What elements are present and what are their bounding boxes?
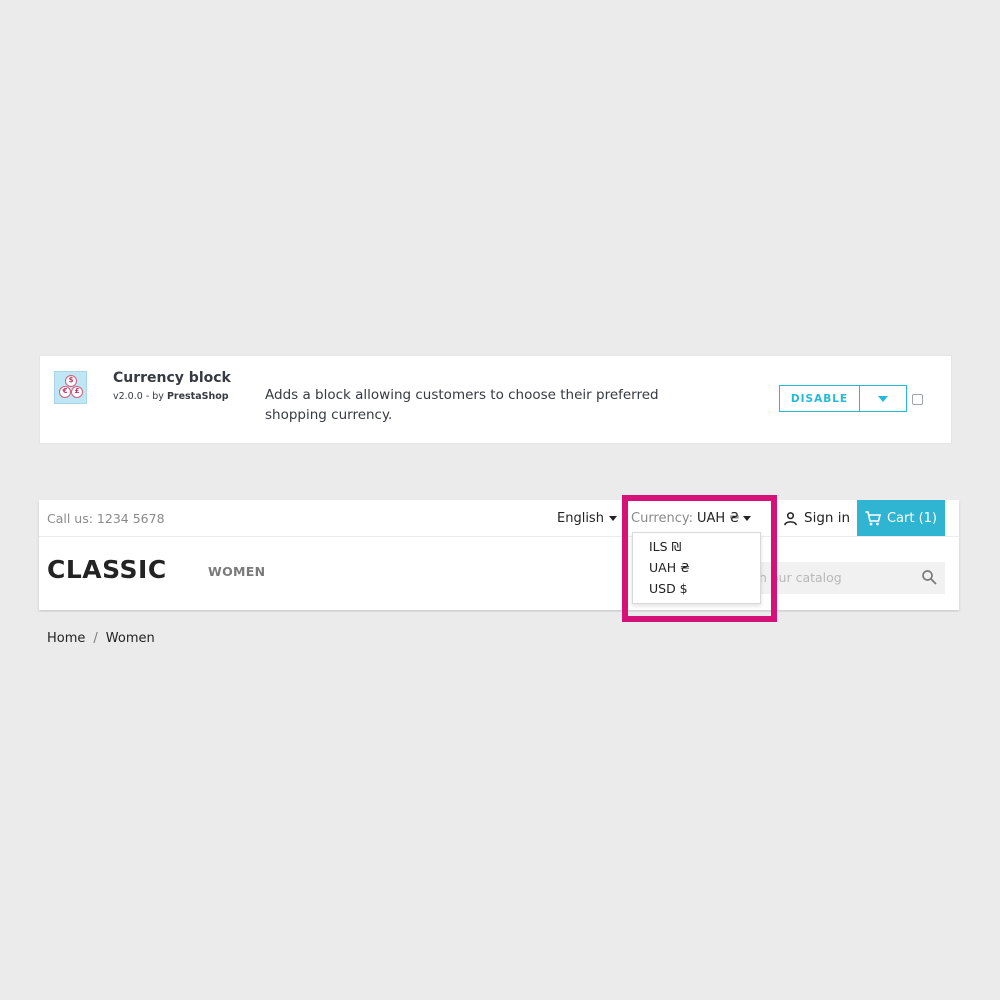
caret-down-icon <box>878 395 888 402</box>
module-card: $ € £ Currency block v2.0.0 - by PrestaS… <box>39 355 952 444</box>
cart-label: Cart (1) <box>886 510 938 526</box>
module-version: v2.0.0 - by <box>113 391 167 402</box>
language-selector[interactable]: English <box>557 511 617 526</box>
caret-down-icon <box>608 516 617 521</box>
breadcrumb: Home / Women <box>47 631 155 646</box>
breadcrumb-bar: Home / Women <box>39 612 959 657</box>
currency-module-logo: $ € £ <box>54 371 87 404</box>
module-name: Currency block <box>113 370 231 386</box>
coin-euro-icon: € <box>59 386 71 398</box>
store-logo[interactable]: CLASSIC <box>47 555 167 584</box>
call-us-text: Call us: 1234 5678 <box>47 511 165 526</box>
sign-in-link[interactable]: Sign in <box>783 510 850 526</box>
search-icon[interactable] <box>921 569 937 585</box>
module-description: Adds a block allowing customers to choos… <box>265 387 659 423</box>
breadcrumb-current[interactable]: Women <box>106 631 155 646</box>
breadcrumb-separator: / <box>93 631 98 646</box>
language-label: English <box>557 511 604 526</box>
module-actions-dropdown-button[interactable] <box>860 386 906 411</box>
module-select-checkbox[interactable] <box>912 394 923 405</box>
header-topbar: Call us: 1234 5678 English Currency: UAH… <box>39 500 959 537</box>
highlight-frame <box>622 495 777 622</box>
user-icon <box>784 511 797 525</box>
breadcrumb-home[interactable]: Home <box>47 631 85 646</box>
disable-button[interactable]: DISABLE <box>780 386 860 411</box>
coin-pound-icon: £ <box>71 386 83 398</box>
module-meta: v2.0.0 - by PrestaShop <box>113 391 229 402</box>
storefront-header: Call us: 1234 5678 English Currency: UAH… <box>39 500 959 610</box>
cart-button[interactable]: Cart (1) <box>857 500 945 536</box>
nav-item-women[interactable]: WOMEN <box>208 564 265 579</box>
shopping-cart-icon <box>865 510 881 525</box>
sign-in-label: Sign in <box>804 510 851 526</box>
module-author: PrestaShop <box>166 391 229 402</box>
module-action-group: DISABLE <box>779 385 907 412</box>
